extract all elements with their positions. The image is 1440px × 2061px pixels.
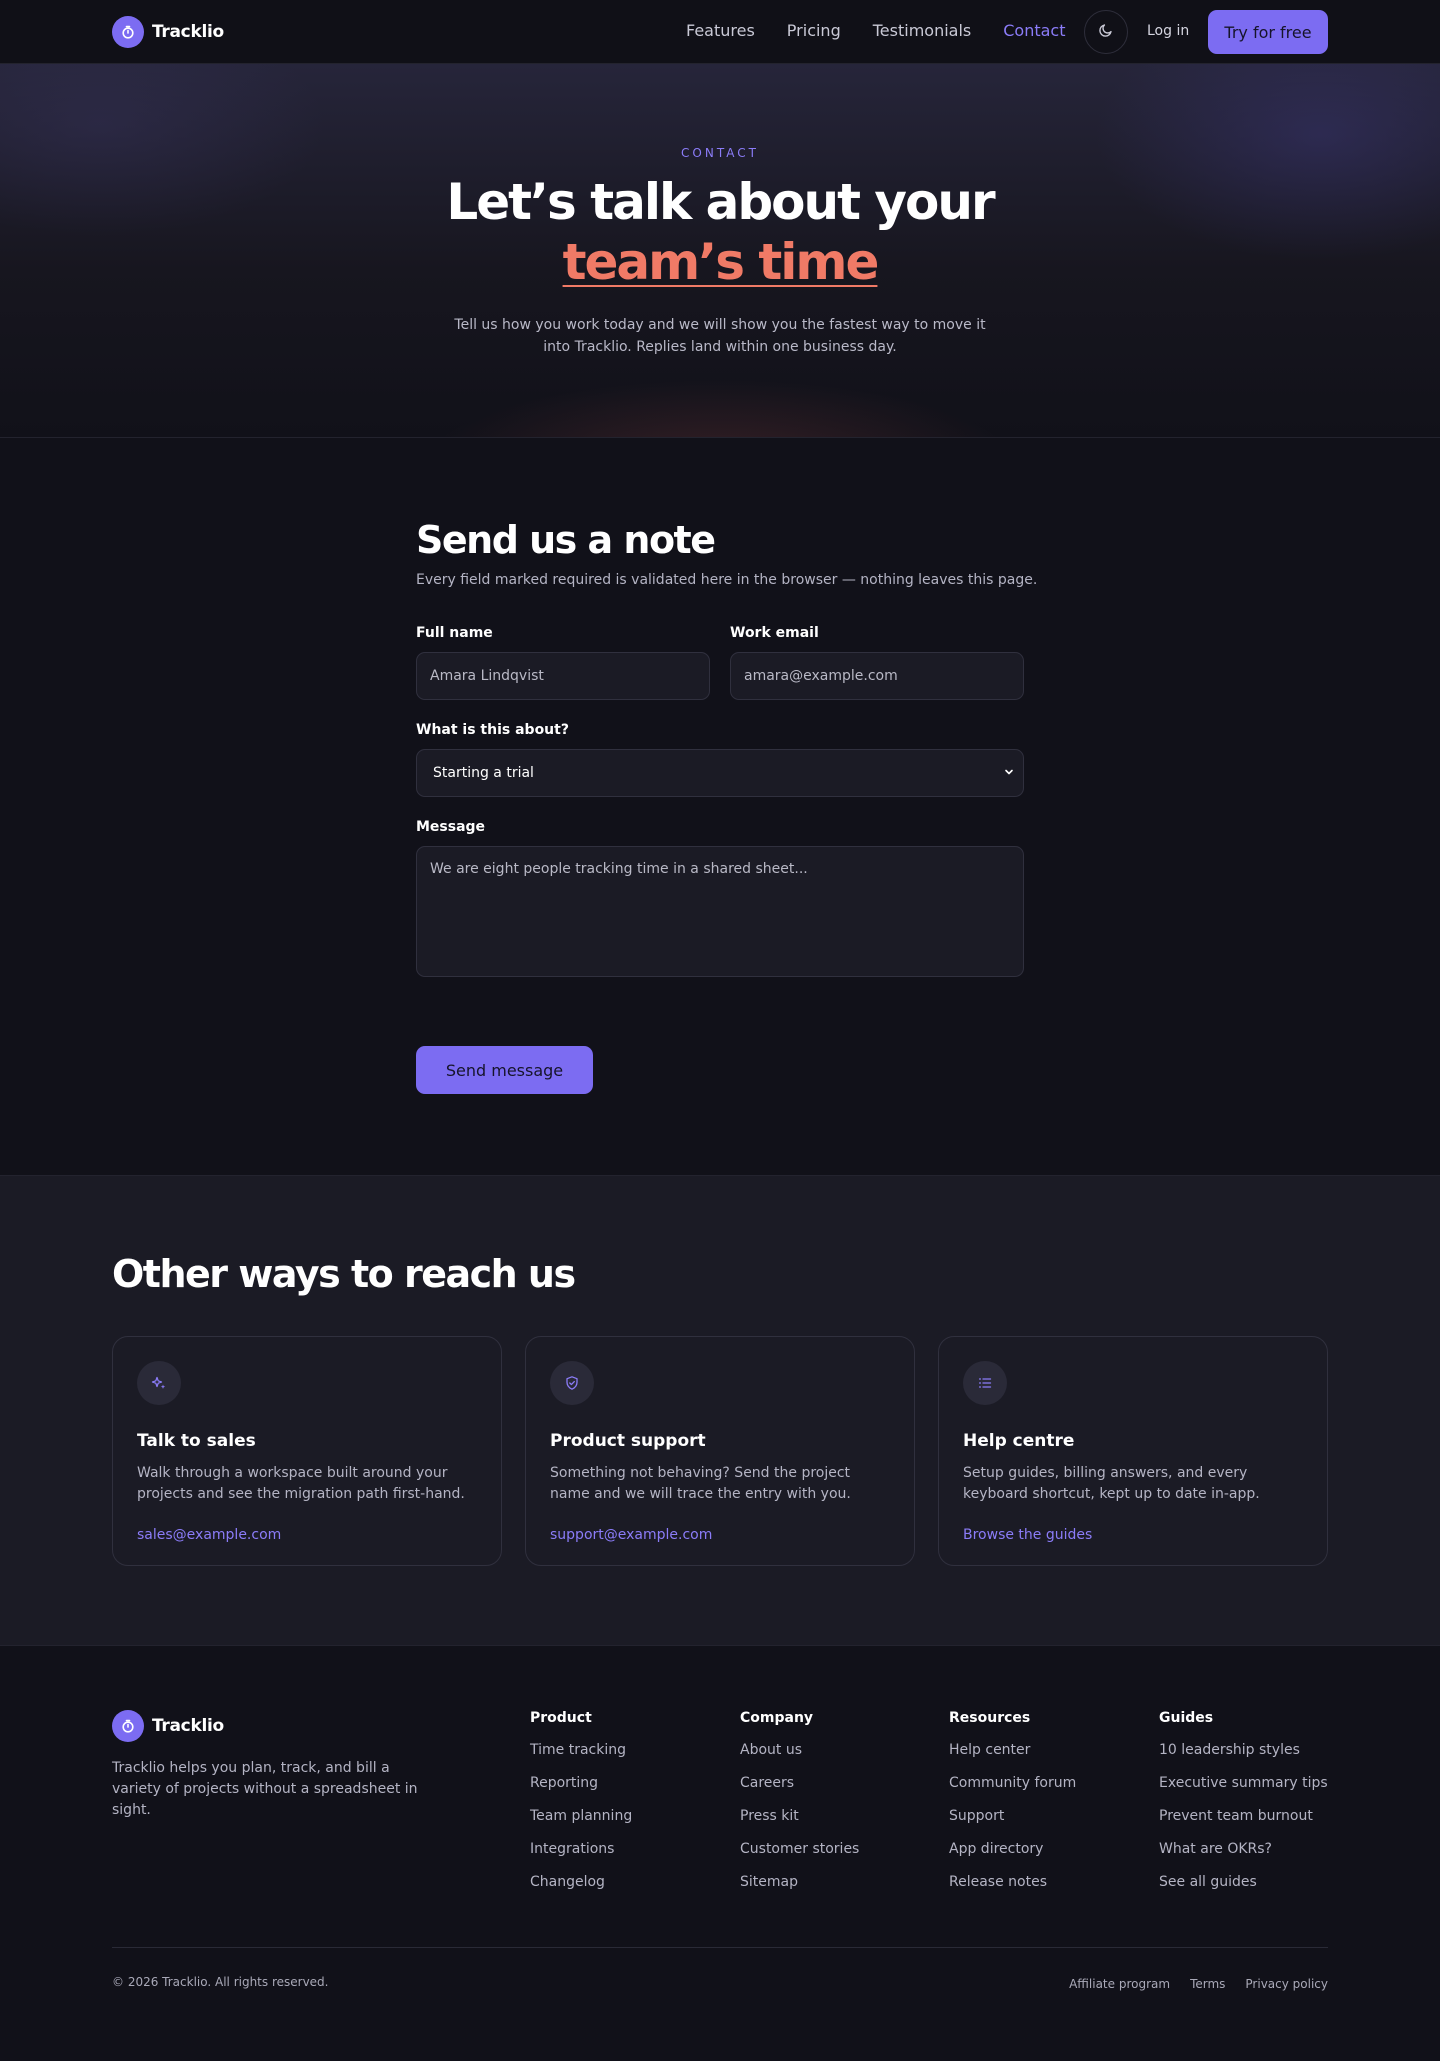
footer-link[interactable]: Integrations	[530, 1841, 632, 1874]
footer-divider	[112, 1947, 1328, 1948]
nav-links: Features Pricing Testimonials Contact	[686, 21, 1065, 40]
footer-brand-name: Tracklio	[152, 1716, 224, 1736]
legal-links: Affiliate program Terms Privacy policy	[1069, 1977, 1328, 1991]
contact-form-section: Send us a note Every field marked requir…	[0, 438, 1440, 1176]
hero-title: Let’s talk about your team’s time	[370, 172, 1070, 292]
nav-link-features[interactable]: Features	[686, 21, 755, 40]
hero-section: CONTACT Let’s talk about your team’s tim…	[0, 64, 1440, 438]
footer-column-title: Company	[740, 1710, 814, 1726]
copyright-text: © 2026 Tracklio. All rights reserved.	[112, 1975, 329, 1989]
footer-link[interactable]: App directory	[949, 1841, 1076, 1874]
site-footer: Tracklio Tracklio helps you plan, track,…	[0, 1646, 1440, 2060]
login-link[interactable]: Log in	[1147, 23, 1189, 39]
footer-link[interactable]: See all guides	[1159, 1874, 1328, 1907]
footer-column-company: Company About us Careers Press kit Custo…	[740, 1710, 859, 1907]
other-ways-section: Other ways to reach us Talk to sales Wal…	[0, 1176, 1440, 1646]
hero-title-highlight: team’s time	[562, 233, 880, 291]
card-title: Product support	[550, 1431, 706, 1451]
footer-link[interactable]: 10 leadership styles	[1159, 1742, 1328, 1775]
moon-icon	[1098, 22, 1114, 42]
other-ways-title: Other ways to reach us	[112, 1252, 576, 1296]
send-message-button[interactable]: Send message	[416, 1046, 593, 1094]
contact-card-help-centre: Help centre Setup guides, billing answer…	[938, 1336, 1328, 1566]
footer-link[interactable]: What are OKRs?	[1159, 1841, 1328, 1874]
top-nav: Tracklio Features Pricing Testimonials C…	[0, 0, 1440, 64]
hero-title-plain: Let’s talk about your	[446, 173, 995, 231]
affiliate-program-link[interactable]: Affiliate program	[1069, 1977, 1170, 1991]
footer-column-title: Resources	[949, 1710, 1031, 1726]
footer-description: Tracklio helps you plan, track, and bill…	[112, 1760, 418, 1818]
footer-link[interactable]: Support	[949, 1808, 1076, 1841]
footer-link[interactable]: Customer stories	[740, 1841, 859, 1874]
footer-link[interactable]: About us	[740, 1742, 859, 1775]
topic-label: What is this about?	[416, 722, 569, 738]
shield-check-icon	[550, 1361, 594, 1405]
message-label: Message	[416, 819, 486, 835]
footer-link[interactable]: Sitemap	[740, 1874, 859, 1907]
footer-column-title: Product	[530, 1710, 592, 1726]
footer-link[interactable]: Reporting	[530, 1775, 632, 1808]
support-email-link[interactable]: support@example.com	[550, 1527, 712, 1543]
hero-subtitle: Tell us how you work today and we will s…	[454, 317, 986, 355]
form-title: Send us a note	[416, 518, 716, 562]
privacy-policy-link[interactable]: Privacy policy	[1245, 1977, 1328, 1991]
footer-link[interactable]: Community forum	[949, 1775, 1076, 1808]
work-email-label: Work email	[730, 625, 819, 641]
footer-link[interactable]: Help center	[949, 1742, 1076, 1775]
footer-column-resources: Resources Help center Community forum Su…	[949, 1710, 1076, 1907]
full-name-label: Full name	[416, 625, 493, 641]
sales-email-link[interactable]: sales@example.com	[137, 1527, 281, 1543]
hero-eyebrow: CONTACT	[681, 146, 759, 160]
topic-select[interactable]: Starting a trial	[416, 749, 1024, 797]
card-text: Something not behaving? Send the project…	[550, 1465, 851, 1502]
footer-link[interactable]: Release notes	[949, 1874, 1076, 1907]
brand-logo-link[interactable]: Tracklio	[112, 16, 224, 48]
terms-link[interactable]: Terms	[1190, 1977, 1225, 1991]
nav-link-testimonials[interactable]: Testimonials	[873, 21, 972, 40]
contact-card-support: Product support Something not behaving? …	[525, 1336, 915, 1566]
topic-select-value: Starting a trial	[433, 765, 534, 781]
footer-column-title: Guides	[1159, 1710, 1214, 1726]
footer-column-guides: Guides 10 leadership styles Executive su…	[1159, 1710, 1328, 1907]
list-icon	[963, 1361, 1007, 1405]
footer-link[interactable]: Time tracking	[530, 1742, 632, 1775]
theme-toggle-button[interactable]	[1084, 10, 1128, 54]
message-textarea[interactable]: We are eight people tracking time in a s…	[416, 846, 1024, 977]
stopwatch-icon	[112, 1710, 144, 1742]
full-name-input[interactable]: Amara Lindqvist	[416, 652, 710, 700]
card-text: Setup guides, billing answers, and every…	[963, 1465, 1260, 1502]
contact-card-sales: Talk to sales Walk through a workspace b…	[112, 1336, 502, 1566]
footer-logo-link[interactable]: Tracklio	[112, 1710, 224, 1742]
sparkles-icon	[137, 1361, 181, 1405]
brand-name: Tracklio	[152, 22, 224, 42]
footer-link[interactable]: Executive summary tips	[1159, 1775, 1328, 1808]
form-note: Every field marked required is validated…	[416, 572, 1038, 588]
card-title: Talk to sales	[137, 1431, 256, 1451]
stopwatch-icon	[112, 16, 144, 48]
nav-link-contact[interactable]: Contact	[1003, 21, 1065, 40]
card-title: Help centre	[963, 1431, 1075, 1451]
footer-link[interactable]: Careers	[740, 1775, 859, 1808]
footer-link[interactable]: Changelog	[530, 1874, 632, 1907]
card-text: Walk through a workspace built around yo…	[137, 1465, 465, 1502]
footer-link[interactable]: Prevent team burnout	[1159, 1808, 1328, 1841]
try-for-free-button[interactable]: Try for free	[1208, 10, 1328, 54]
footer-link[interactable]: Press kit	[740, 1808, 859, 1841]
footer-column-product: Product Time tracking Reporting Team pla…	[530, 1710, 632, 1907]
nav-link-pricing[interactable]: Pricing	[787, 21, 841, 40]
browse-guides-link[interactable]: Browse the guides	[963, 1527, 1092, 1543]
footer-link[interactable]: Team planning	[530, 1808, 632, 1841]
work-email-input[interactable]: amara@example.com	[730, 652, 1024, 700]
chevron-down-icon	[1003, 766, 1015, 782]
